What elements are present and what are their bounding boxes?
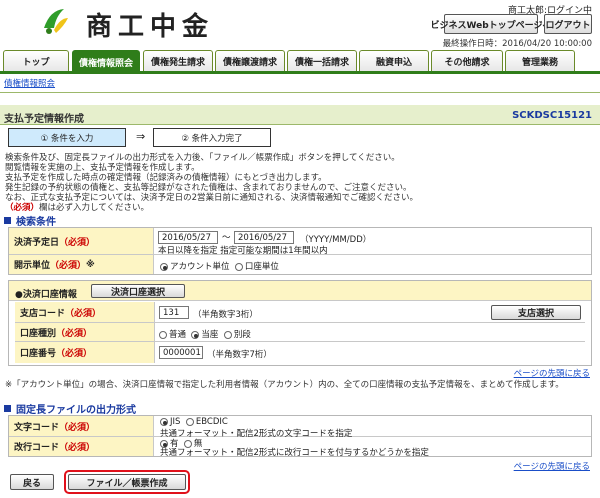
step-2-complete: ② 条件入力完了	[153, 128, 271, 147]
description-line: なお、正式な支払予定については、決済予定日の2営業日前に通知される、決済情報通知…	[5, 193, 418, 203]
step-1-enter-conditions: ① 条件を入力	[8, 128, 126, 147]
last-operation-time: 最終操作日時：2016/04/20 10:00:00	[442, 39, 592, 49]
description-line: 発生記録の予約状態の債権と、支払等記録がなされた債権は、含まれておりませんので、…	[5, 183, 412, 193]
brand-logo-icon	[44, 9, 68, 34]
radio-betsudan[interactable]	[223, 330, 232, 339]
account-number-input[interactable]: 0000001	[159, 346, 203, 359]
date-from-input[interactable]: 2016/05/27	[158, 231, 218, 244]
settlement-account-title: ●決済口座情報	[15, 290, 77, 300]
char-code-cell: JIS EBCDIC 共通フォーマット・配信2形式の文字コードを指定	[154, 416, 591, 439]
page-top-link[interactable]: ページの先頭に戻る	[514, 367, 590, 379]
description-line: 検索条件及び、固定長ファイルの出力形式を入力後、「ファイル／帳票作成」ボタンを押…	[5, 153, 400, 163]
business-web-top-button[interactable]: ビジネスWebトップページへ	[431, 14, 552, 34]
branch-code-hint: （半角数字3桁）	[193, 310, 258, 320]
account-number-hint: （半角数字7桁）	[207, 350, 272, 360]
required-note: 欄は必ず入力してください。	[39, 203, 150, 213]
account-type-label: 口座種別 （必須）	[15, 323, 155, 342]
tab-underline	[0, 71, 600, 74]
disclosure-unit-cell: アカウント単位 口座単位	[154, 255, 591, 274]
date-to-input[interactable]: 2016/05/27	[234, 231, 294, 244]
account-number-label: 口座番号 （必須）	[15, 342, 155, 363]
tab-admin[interactable]: 管理業務	[505, 50, 575, 72]
tab-claim-transfer[interactable]: 債権譲渡請求	[215, 50, 285, 72]
search-section-heading: 検索条件	[4, 213, 56, 228]
breadcrumb[interactable]: 債権情報照会	[4, 77, 55, 89]
file-section-heading: 固定長ファイルの出力形式	[4, 401, 136, 416]
logout-button[interactable]: ログアウト	[544, 14, 592, 34]
file-section-title: 固定長ファイルの出力形式	[16, 405, 136, 416]
radio-account-unit[interactable]	[160, 262, 168, 271]
account-type-options: 普通 当座 別段	[159, 328, 251, 340]
settlement-date-cell: 2016/05/27 ～ 2016/05/27 （YYYY/MM/DD） 本日以…	[154, 228, 591, 256]
radio-touza[interactable]	[191, 330, 200, 339]
radio-kouza-unit[interactable]	[234, 262, 243, 271]
branch-code-cell: 131 （半角数字3桁） 支店選択	[155, 302, 585, 323]
radio-jis[interactable]	[160, 417, 168, 426]
required-mark: （必須）	[5, 203, 40, 213]
screen-id: SCKDSC15121	[512, 110, 592, 121]
radio-ebcdic[interactable]	[185, 417, 194, 426]
description-line: 支払予定を作成した時点の確定情報（記録済みの債権情報）にもとづき出力します。	[5, 173, 327, 183]
file-format-table: 文字コード （必須） JIS EBCDIC 共通フォーマット・配信2形式の文字コー…	[8, 415, 592, 458]
newline-code-label: 改行コード （必須）	[9, 437, 154, 456]
date-range-tilde: ～	[222, 233, 231, 243]
tab-claim-issue[interactable]: 債権発生請求	[143, 50, 213, 72]
description-line: （必須）欄は必ず入力してください。	[5, 203, 149, 213]
divider	[0, 92, 600, 93]
account-type-cell: 普通 当座 別段	[155, 323, 585, 342]
char-code-label: 文字コード （必須）	[9, 416, 154, 437]
tab-other-requests[interactable]: その他請求	[431, 50, 503, 72]
file-report-create-button[interactable]: ファイル／帳票作成	[68, 474, 186, 490]
step-arrow: ⇒	[136, 130, 146, 143]
description-line: 閲覧情報を実施の上、支払予定情報を作成します。	[5, 163, 200, 173]
tab-bulk-request[interactable]: 債権一括請求	[287, 50, 357, 72]
account-unit-footnote: ※「アカウント単位」の場合、決済口座情報で指定した利用者情報（アカウント）内の、…	[5, 380, 564, 390]
disclosure-options: アカウント単位 口座単位	[160, 260, 279, 272]
section-bullet-icon	[4, 405, 11, 412]
account-number-cell: 0000001 （半角数字7桁）	[155, 342, 585, 363]
disclosure-unit-label: 開示単位 （必須） ※	[9, 255, 154, 274]
page-title: 支払予定情報作成	[4, 114, 84, 125]
main-tabs: トップ 債権情報照会 債権発生請求 債権譲渡請求 債権一括請求 融資申込 その他…	[0, 50, 600, 74]
select-account-button[interactable]: 決済口座選択	[91, 284, 185, 298]
settlement-date-label: 決済予定日 （必須）	[9, 228, 154, 255]
search-conditions-table: 決済予定日 （必須） 2016/05/27 ～ 2016/05/27 （YYYY/…	[8, 227, 592, 275]
brand-name: 商工中金	[86, 12, 215, 42]
tab-top[interactable]: トップ	[3, 50, 69, 72]
branch-code-input[interactable]: 131	[159, 306, 189, 319]
search-section-title: 検索条件	[16, 217, 56, 228]
branch-select-button[interactable]: 支店選択	[491, 305, 581, 320]
char-code-options: JIS EBCDIC	[160, 417, 228, 427]
branch-code-label: 支店コード （必須）	[15, 302, 155, 323]
section-bullet-icon	[4, 217, 11, 224]
page-top-link[interactable]: ページの先頭に戻る	[514, 460, 590, 472]
back-button[interactable]: 戻る	[10, 474, 54, 490]
settlement-account-box: ●決済口座情報 決済口座選択 支店コード （必須） 131 （半角数字3桁） 支店…	[8, 280, 592, 366]
page-title-bar	[0, 105, 600, 125]
newline-note: 共通フォーマット・配信2形式に改行コードを付与するかどうかを指定	[160, 448, 429, 458]
newline-code-cell: 有 無 共通フォーマット・配信2形式に改行コードを付与するかどうかを指定	[154, 437, 591, 458]
radio-futsu[interactable]	[159, 330, 167, 339]
tab-loan-application[interactable]: 融資申込	[359, 50, 429, 72]
